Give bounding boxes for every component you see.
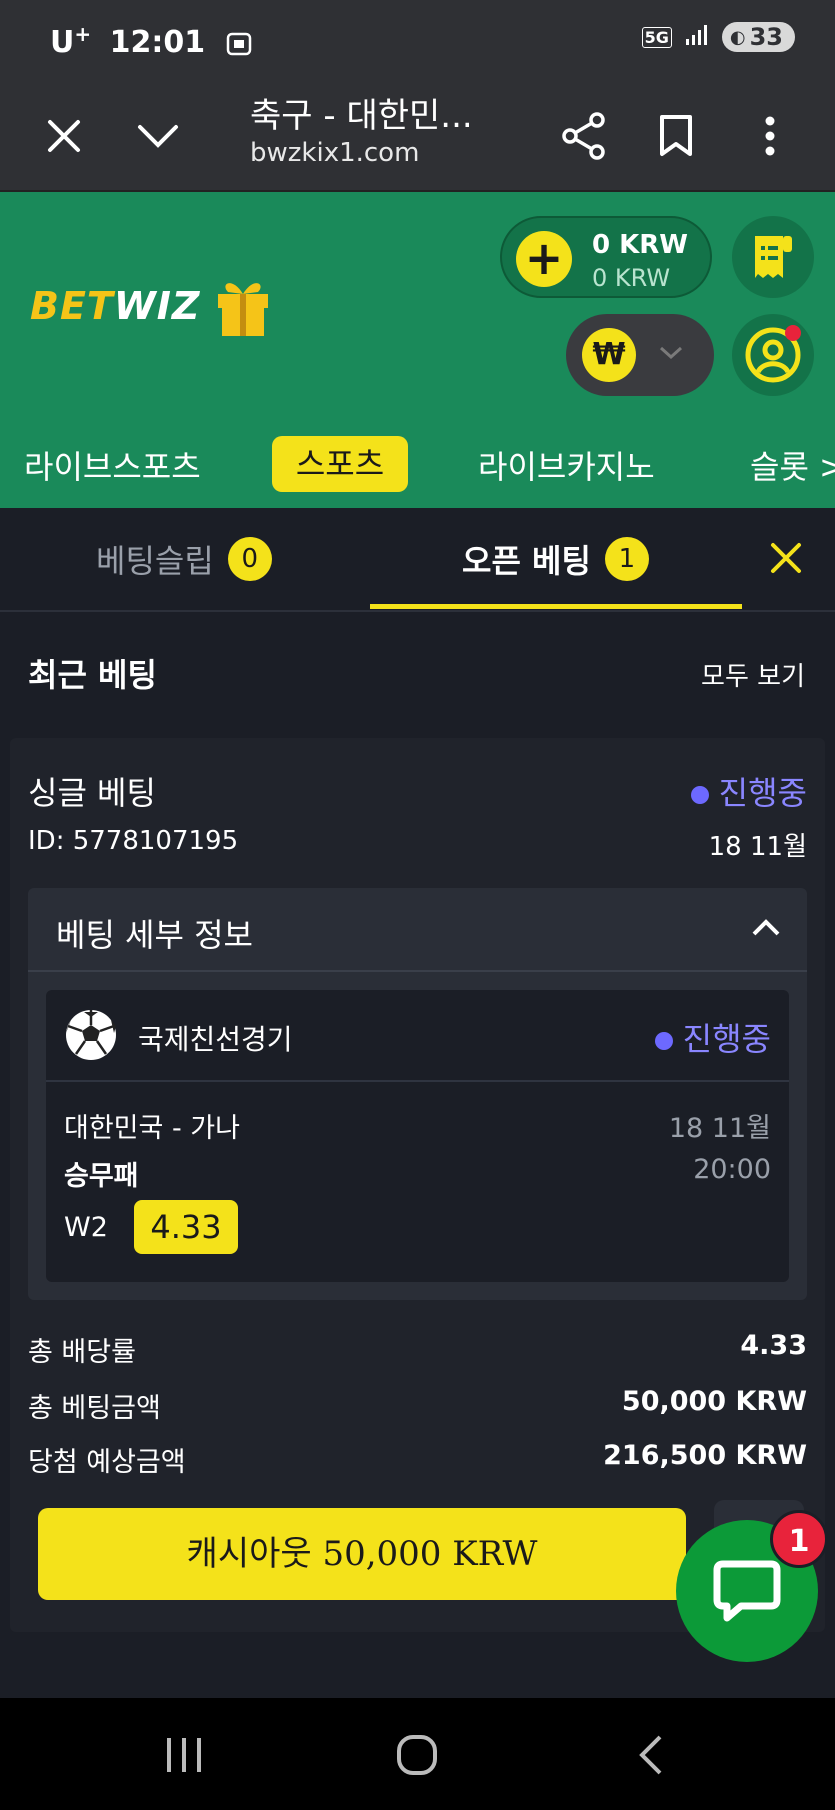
more-menu-icon[interactable] [740, 106, 800, 166]
bet-date: 18 11월 [708, 832, 807, 862]
divider [46, 1080, 789, 1082]
recent-bets-header: 최근 베팅 모두 보기 [0, 614, 835, 726]
status-icons: 5G ◐ 33 [641, 22, 795, 52]
summary-value-payout: 216,500 KRW [603, 1440, 807, 1471]
deposit-plus-icon[interactable]: + [516, 231, 572, 287]
open-bets-count-badge: 1 [604, 537, 649, 581]
screenshot-icon [226, 29, 252, 64]
chevron-up-icon[interactable] [751, 918, 781, 942]
receipt-icon [755, 236, 792, 278]
chat-notification-badge: 1 [770, 1510, 828, 1568]
nav-slots[interactable]: 슬롯 > [750, 442, 835, 488]
won-icon: ₩ [582, 328, 636, 382]
bet-status: 진행중 [690, 768, 807, 814]
currency-selector[interactable]: ₩ [566, 314, 714, 396]
status-dot-icon [654, 1032, 673, 1050]
system-nav-bar [0, 1698, 835, 1810]
battery-indicator: ◐ 33 [721, 22, 795, 52]
browser-url[interactable]: bwzkix1.com [250, 138, 419, 168]
match-time: 20:00 [693, 1154, 771, 1185]
nav-live-sports[interactable]: 라이브스포츠 [24, 442, 201, 488]
tab-open-bets[interactable]: 오픈 베팅 1 [462, 536, 649, 582]
chat-bubble-icon [713, 1560, 781, 1622]
bookmark-icon[interactable] [646, 106, 706, 166]
league-name: 국제친선경기 [138, 1023, 293, 1056]
betslip-receipt-button[interactable] [732, 216, 814, 298]
balance-bonus: 0 KRW [592, 264, 671, 292]
odds-badge: 4.33 [134, 1200, 238, 1254]
chevron-down-icon[interactable] [128, 106, 188, 166]
match-card: 국제친선경기 진행중 대한민국 - 가나 18 11월 승무패 20:00 W2… [46, 990, 789, 1282]
nav-live-casino[interactable]: 라이브카지노 [478, 442, 655, 488]
status-bar: U+ 12:01 5G ◐ 33 [0, 0, 835, 80]
balance-pill[interactable]: + 0 KRW 0 KRW [500, 216, 712, 298]
summary-value-stake: 50,000 KRW [621, 1386, 807, 1417]
betslip-count-badge: 0 [227, 537, 272, 581]
bet-card: 싱글 베팅 진행중 ID: 5778107195 18 11월 베팅 세부 정보… [10, 738, 825, 1632]
recent-bets-title: 최근 베팅 [28, 656, 157, 694]
bet-details-panel: 베팅 세부 정보 국제친선경기 진행중 대한민국 - 가나 18 11월 승무패… [28, 888, 807, 1300]
main-nav: 라이브스포츠 스포츠 라이브카지노 슬롯 > [0, 420, 835, 508]
back-icon[interactable] [636, 1734, 664, 1780]
match-date: 18 11월 [668, 1113, 771, 1144]
summary-label-stake: 총 베팅금액 [28, 1393, 161, 1424]
browser-toolbar: 축구 - 대한민... bwzkix1.com [0, 80, 835, 192]
selection: W2 [64, 1212, 108, 1243]
chevron-down-icon [658, 336, 684, 369]
network-label: 5G [641, 26, 672, 48]
divider [28, 970, 807, 972]
match-teams: 대한민국 - 가나 [64, 1113, 240, 1144]
close-icon[interactable] [770, 542, 802, 578]
betwiz-logo[interactable]: BETWIZ [30, 284, 200, 328]
tab-betslip[interactable]: 베팅슬립 0 [96, 536, 272, 582]
signal-icon [684, 23, 710, 51]
bet-details-title[interactable]: 베팅 세부 정보 [56, 910, 253, 956]
market-name: 승무패 [64, 1161, 139, 1192]
summary-value-odds: 4.33 [740, 1330, 807, 1361]
recent-apps-icon[interactable] [164, 1736, 204, 1778]
status-dot-icon [690, 786, 709, 804]
gift-icon[interactable] [214, 274, 272, 342]
battery-saver-icon: ◐ [729, 26, 746, 48]
betslip-tabs: 베팅슬립 0 오픈 베팅 1 [0, 508, 835, 612]
close-icon[interactable] [34, 106, 94, 166]
bet-type: 싱글 베팅 [28, 774, 156, 812]
user-avatar-icon [745, 325, 801, 383]
match-status: 진행중 [654, 1014, 771, 1060]
share-icon[interactable] [554, 106, 614, 166]
summary-label-odds: 총 배당률 [28, 1337, 136, 1368]
home-icon[interactable] [396, 1734, 438, 1780]
balance-main: 0 KRW [592, 230, 688, 260]
summary-label-payout: 당첨 예상금액 [28, 1447, 186, 1478]
profile-button[interactable] [732, 314, 814, 396]
soccer-ball-icon [64, 1008, 118, 1066]
nav-sports[interactable]: 스포츠 [272, 436, 408, 492]
bet-id: ID: 5778107195 [28, 826, 239, 856]
active-tab-indicator [370, 604, 742, 609]
cashout-button[interactable]: 캐시아웃 50,000 KRW [38, 1508, 686, 1600]
browser-page-title: 축구 - 대한민... [250, 96, 473, 136]
view-all-link[interactable]: 모두 보기 [701, 656, 805, 693]
carrier-label: U+ 12:01 [50, 22, 252, 64]
site-header: BETWIZ + 0 KRW 0 KRW ₩ [0, 192, 835, 420]
clock: 12:01 [109, 25, 206, 60]
